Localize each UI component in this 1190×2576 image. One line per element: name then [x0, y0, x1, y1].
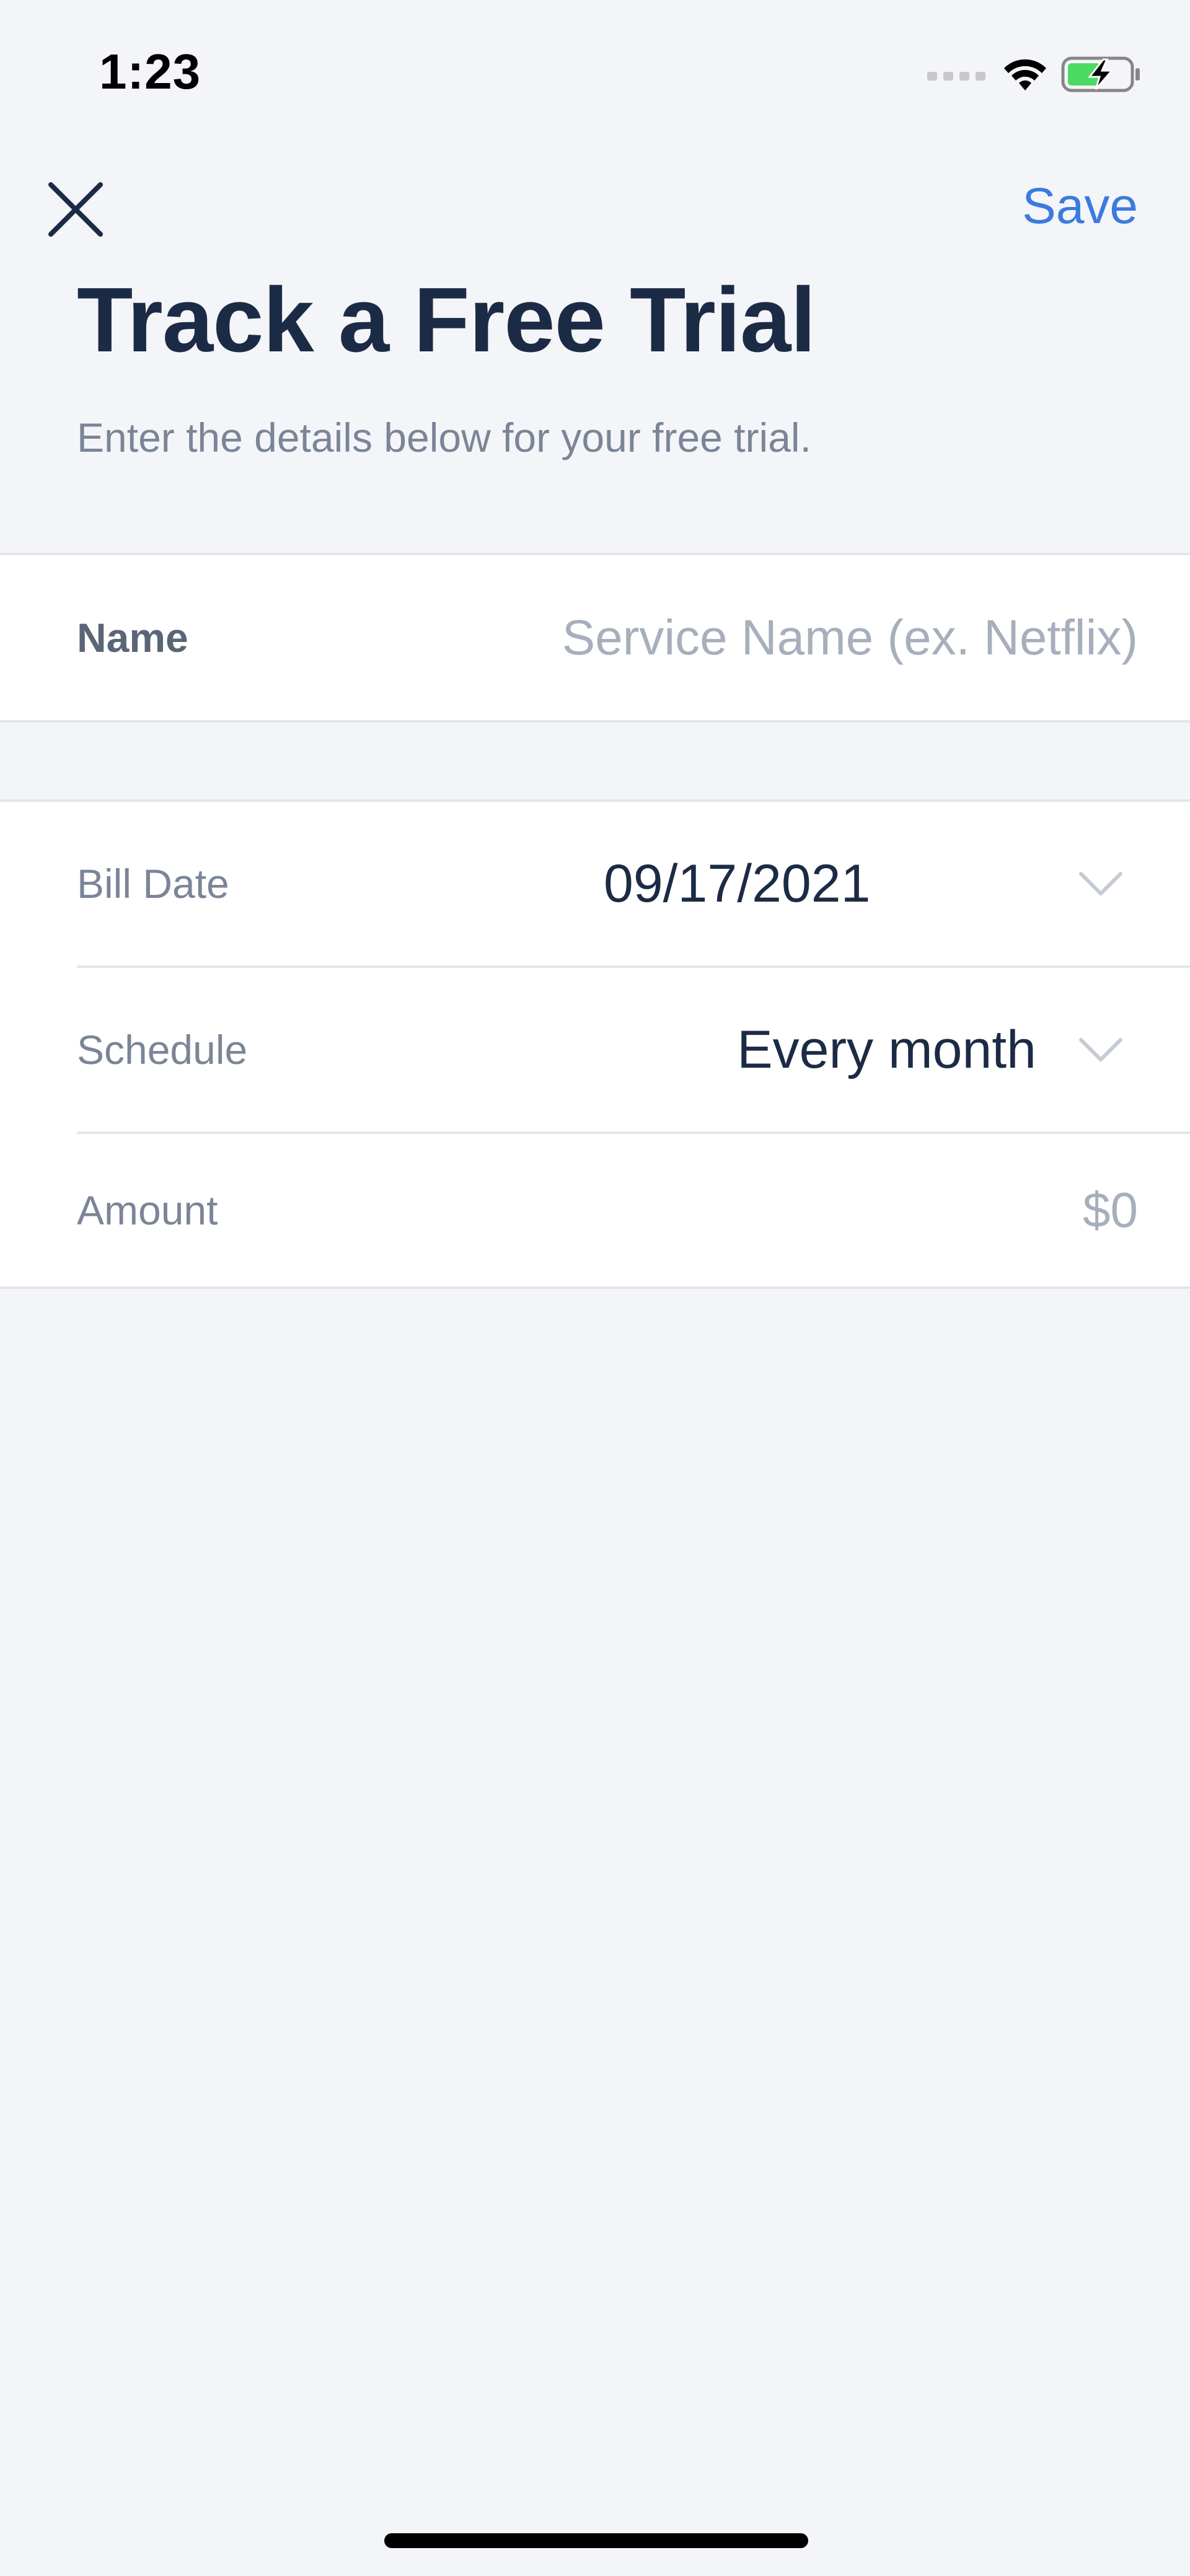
name-card: Name [0, 553, 1190, 723]
schedule-value: Every month [737, 1019, 1036, 1079]
amount-input[interactable]: $0 [1083, 1182, 1138, 1239]
battery-charging-icon [1061, 56, 1140, 92]
chevron-down-icon [1079, 1038, 1122, 1062]
schedule-label: Schedule [77, 1027, 248, 1073]
cellular-signal-icon [927, 72, 985, 81]
amount-label: Amount [77, 1187, 218, 1233]
bill-date-value: 09/17/2021 [604, 853, 871, 913]
chevron-down-icon [1079, 872, 1122, 895]
page-subtitle: Enter the details below for your free tr… [77, 415, 811, 460]
service-name-input[interactable] [456, 609, 1138, 666]
name-label: Name [77, 615, 188, 661]
details-card: Bill Date 09/17/2021 Schedule Every mont… [0, 799, 1190, 1289]
status-bar: 1:23 [0, 0, 1190, 149]
close-icon [48, 182, 103, 237]
name-row[interactable]: Name [77, 555, 1190, 720]
schedule-row[interactable]: Schedule Every month [77, 968, 1190, 1132]
save-button[interactable]: Save [1022, 177, 1138, 235]
bill-date-label: Bill Date [77, 861, 229, 907]
amount-row[interactable]: Amount $0 [77, 1134, 1190, 1286]
home-indicator [384, 2533, 808, 2548]
status-time: 1:23 [99, 44, 201, 99]
status-icons [927, 50, 1142, 99]
bill-date-row[interactable]: Bill Date 09/17/2021 [77, 802, 1190, 965]
page-title: Track a Free Trial [77, 269, 816, 371]
wifi-icon [1004, 59, 1046, 90]
close-button[interactable] [45, 178, 107, 240]
